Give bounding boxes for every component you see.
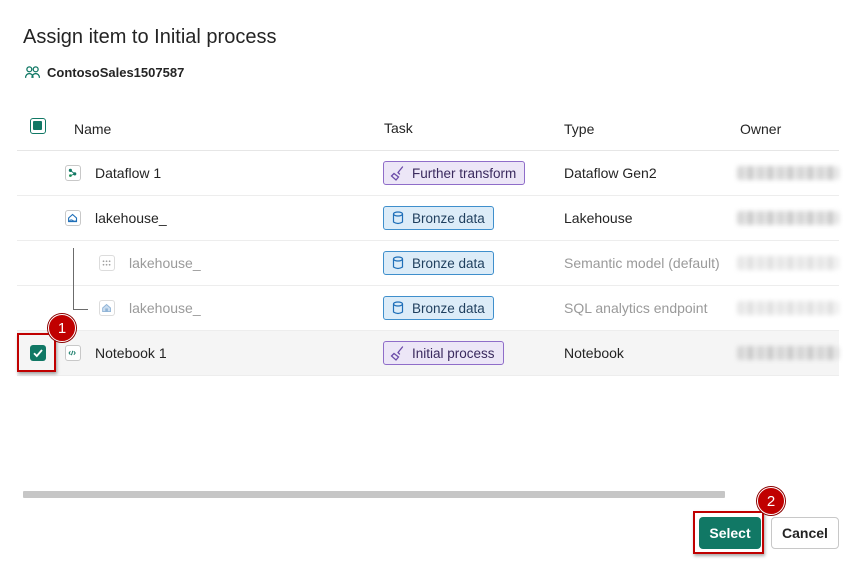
item-type: Dataflow Gen2	[564, 165, 657, 181]
task-label: Bronze data	[412, 300, 485, 316]
item-name: lakehouse_	[95, 210, 167, 226]
item-type: Lakehouse	[564, 210, 633, 226]
item-type: Notebook	[564, 345, 624, 361]
table-row[interactable]: Dataflow 1 Further transform Dataflow Ge…	[17, 151, 839, 196]
column-header-type[interactable]: Type	[564, 121, 594, 137]
item-name: lakehouse_	[129, 255, 201, 271]
item-type: SQL analytics endpoint	[564, 300, 708, 316]
broom-icon	[390, 166, 404, 181]
callout-badge-2: 2	[757, 487, 785, 515]
table-row[interactable]: lakehouse_ Bronze data SQL analytics end…	[17, 286, 839, 331]
column-header-task[interactable]: Task	[384, 120, 413, 136]
dataflow-icon	[65, 165, 81, 181]
workspace-icon	[24, 66, 41, 78]
table-header: Name Task Type Owner	[17, 105, 839, 151]
callout-highlight-2	[693, 511, 764, 554]
owner-redacted	[737, 301, 839, 315]
items-table: Name Task Type Owner Dataflow 1 Further …	[17, 105, 839, 376]
database-icon	[392, 211, 404, 225]
task-label: Bronze data	[412, 255, 485, 271]
column-header-owner[interactable]: Owner	[740, 121, 781, 137]
sql-endpoint-icon	[99, 300, 115, 316]
select-all-checkbox[interactable]	[30, 118, 46, 134]
tree-connector	[73, 248, 74, 310]
owner-redacted	[737, 346, 839, 360]
owner-redacted	[737, 211, 839, 225]
notebook-icon	[65, 345, 81, 361]
cancel-button[interactable]: Cancel	[771, 517, 839, 549]
callout-highlight-1	[17, 333, 56, 372]
task-label: Further transform	[412, 165, 517, 181]
workspace-name: ContosoSales1507587	[47, 65, 185, 80]
lakehouse-icon	[65, 210, 81, 226]
task-pill[interactable]: Bronze data	[383, 206, 494, 230]
task-pill[interactable]: Initial process	[383, 341, 504, 365]
task-pill[interactable]: Bronze data	[383, 296, 494, 320]
column-header-name[interactable]: Name	[74, 121, 111, 137]
owner-redacted	[737, 166, 839, 180]
item-name: Dataflow 1	[95, 165, 162, 181]
broom-icon	[390, 346, 404, 361]
item-name: Notebook 1	[95, 345, 167, 361]
database-icon	[392, 301, 404, 315]
workspace-label: ContosoSales1507587	[24, 64, 184, 81]
semantic-model-icon	[99, 255, 115, 271]
owner-redacted	[737, 256, 839, 270]
task-label: Initial process	[412, 345, 495, 361]
dialog-title: Assign item to Initial process	[23, 26, 277, 48]
task-pill[interactable]: Bronze data	[383, 251, 494, 275]
item-name: lakehouse_	[129, 300, 201, 316]
database-icon	[392, 256, 404, 270]
task-pill[interactable]: Further transform	[383, 161, 526, 185]
task-label: Bronze data	[412, 210, 485, 226]
callout-badge-1: 1	[48, 314, 76, 342]
horizontal-scrollbar[interactable]	[23, 491, 725, 498]
table-row[interactable]: Notebook 1 Initial process Notebook	[17, 331, 839, 376]
table-row[interactable]: lakehouse_ Bronze data Lakehouse	[17, 196, 839, 241]
tree-connector	[73, 309, 88, 310]
item-type: Semantic model (default)	[564, 255, 720, 271]
table-row[interactable]: lakehouse_ Bronze data Semantic model (d…	[17, 241, 839, 286]
